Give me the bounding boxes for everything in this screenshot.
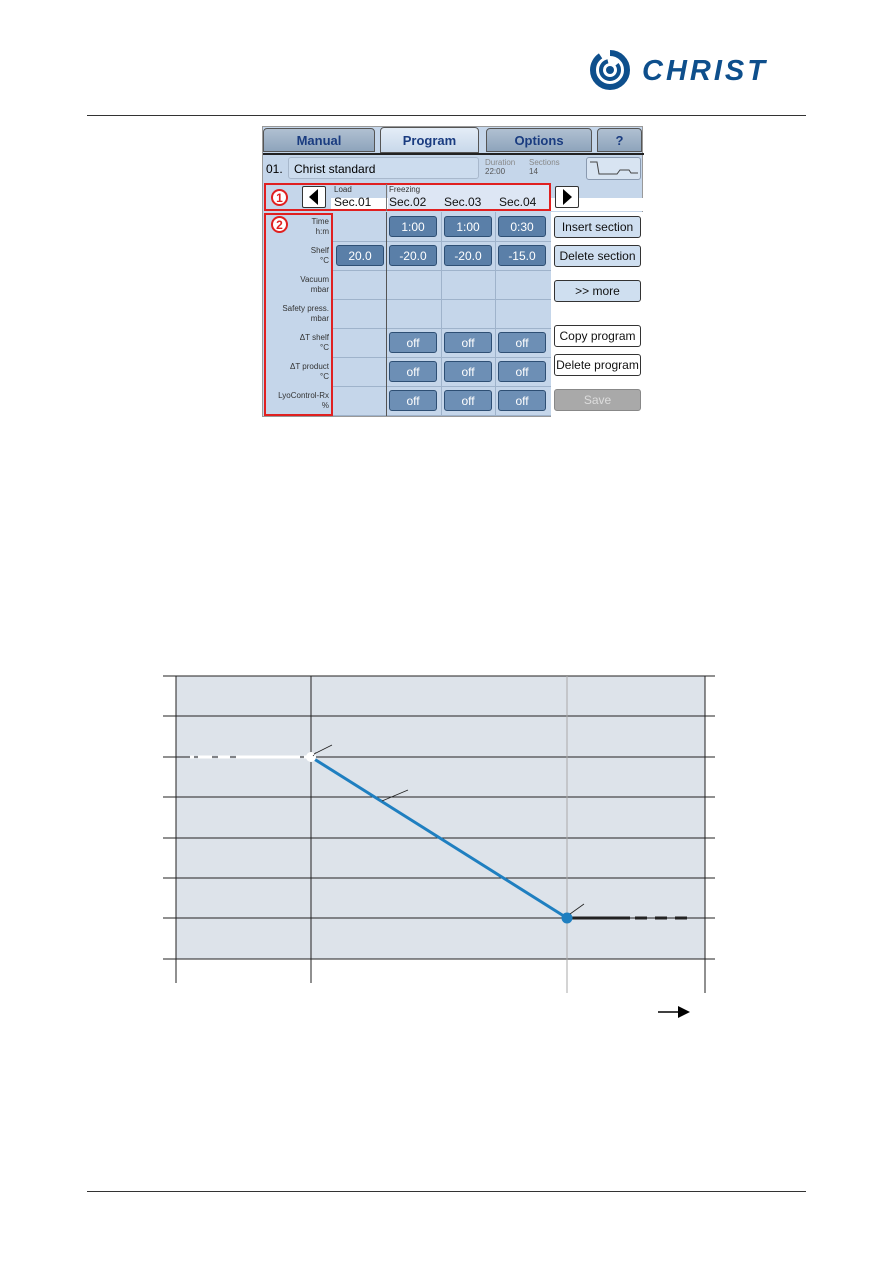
time-axis-arrow-icon — [658, 1006, 690, 1018]
freezing-ramp-diagram — [163, 675, 715, 1018]
footer-rule — [87, 1191, 806, 1192]
end-point — [561, 912, 573, 924]
